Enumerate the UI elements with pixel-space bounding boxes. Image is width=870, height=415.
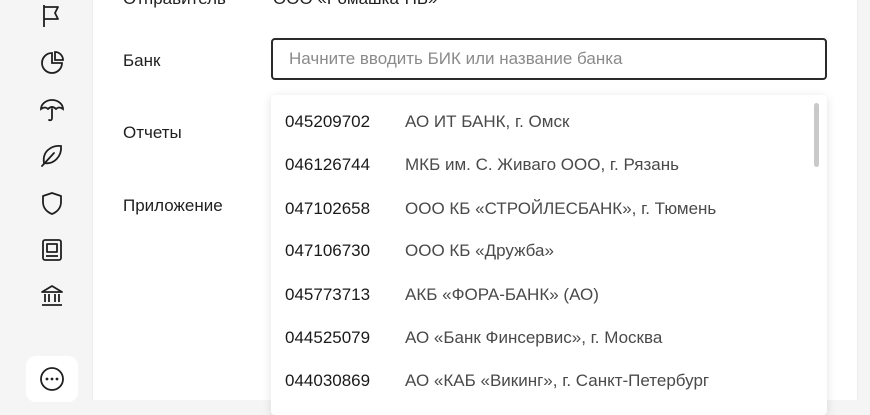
flag-icon[interactable] (26, 0, 78, 38)
leaf-icon[interactable] (26, 132, 78, 178)
bank-option-name: АО «Банк Финсервис», г. Москва (405, 328, 663, 347)
reports-label: Отчеты (123, 123, 182, 142)
bank-option-bic: 046126744 (285, 155, 371, 174)
dropdown-scrollbar[interactable] (814, 103, 819, 167)
bank-option-bic: 047106730 (285, 241, 371, 260)
pie-chart-icon[interactable] (26, 40, 78, 86)
bank-suggestions-dropdown: 045209702 АО ИТ БАНК, г. Омск 046126744 … (271, 95, 827, 415)
bank-label: Банк (123, 51, 161, 70)
bank-option-name: АКБ «ФОРА-БАНК» (АО) (405, 285, 599, 304)
bank-option[interactable]: 044525079 АО «Банк Финсервис», г. Москва (271, 316, 811, 360)
bank-option-name: ООО КБ «Дружба» (405, 241, 554, 260)
shield-icon[interactable] (26, 180, 78, 226)
sidebar-nav (12, 0, 92, 402)
bank-option[interactable]: 047106730 ООО КБ «Дружба» (271, 229, 811, 273)
bank-option[interactable]: 045209702 АО ИТ БАНК, г. Омск (271, 100, 811, 144)
umbrella-icon[interactable] (26, 86, 78, 132)
bank-option[interactable]: 044030869 АО «КАБ «Викинг», г. Санкт-Пет… (271, 359, 811, 403)
bank-option-bic: 044525079 (285, 328, 371, 347)
payment-form: Отправитель ООО «Ромашка-НБ» Банк Отчеты… (92, 0, 858, 415)
bank-option[interactable]: 047102658 ООО КБ «СТРОЙЛЕСБАНК», г. Тюме… (271, 187, 811, 231)
bank-option-name: МКБ им. С. Живаго ООО, г. Рязань (405, 155, 679, 174)
application-label: Приложение (123, 196, 223, 215)
bank-option-bic: 044030869 (285, 371, 371, 390)
bank-option-bic: 047102658 (285, 199, 371, 218)
bank-option[interactable]: 045773713 АКБ «ФОРА-БАНК» (АО) (271, 273, 811, 317)
bank-option-bic: 045209702 (285, 112, 371, 131)
bank-option-name: АО ИТ БАНК, г. Омск (405, 112, 570, 131)
bank-option-name: АО «КАБ «Викинг», г. Санкт-Петербург (405, 371, 710, 390)
more-icon[interactable] (26, 356, 78, 402)
wallet-icon[interactable] (26, 227, 78, 273)
bank-option-name: ООО КБ «СТРОЙЛЕСБАНК», г. Тюмень (405, 199, 717, 218)
sender-label: Отправитель (123, 0, 226, 9)
bank-search-input[interactable] (271, 38, 827, 80)
bank-option-bic: 045773713 (285, 285, 371, 304)
bank-option[interactable]: 046126744 МКБ им. С. Живаго ООО, г. Ряза… (271, 143, 811, 187)
sender-value: ООО «Ромашка-НБ» (273, 0, 438, 9)
bank-icon[interactable] (26, 273, 78, 319)
